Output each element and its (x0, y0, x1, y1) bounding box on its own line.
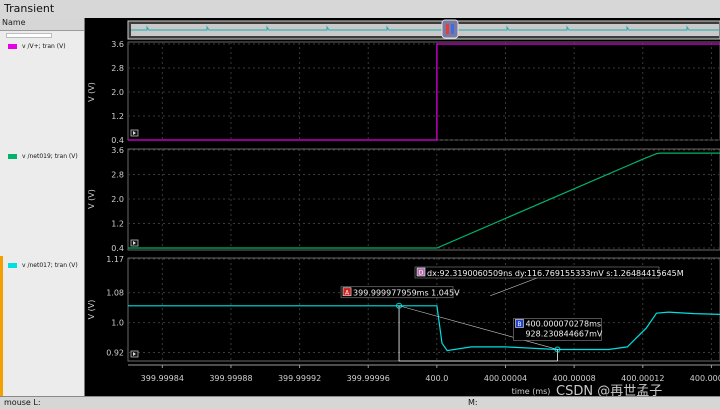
y-axis-label: V (V) (87, 189, 96, 209)
marker-delta-label: dx:92.3190060509ns dy:116.769155333mV s:… (427, 269, 684, 278)
marker-delta-badge-letter: D (419, 270, 424, 277)
y-tick-label: 2.0 (111, 195, 124, 204)
signal-legend-panel: Name v /V+; tran (V) v /net019; tran (V)… (0, 18, 85, 396)
marker-b-label-line2: 928.230844667mV (525, 329, 602, 338)
x-tick-label: 399.99996 (347, 374, 390, 383)
legend-item-vplus[interactable]: v /V+; tran (V) (8, 43, 66, 50)
y-tick-label: 0.92 (106, 349, 124, 358)
x-tick-label: 400.00004 (484, 374, 527, 383)
y-tick-label: 2.8 (111, 171, 124, 180)
y-tick-label: 2.0 (111, 88, 124, 97)
legend-item-net019[interactable]: v /net019; tran (V) (8, 153, 78, 160)
marker-a-label: 399.999977959ms 1.045V (353, 288, 460, 297)
window-titlebar: Transient (0, 0, 720, 19)
x-tick-label: 399.99992 (278, 374, 321, 383)
y-axis-label: V (V) (87, 82, 96, 102)
x-tick-label: 399.99988 (209, 374, 252, 383)
y-tick-label: 3.6 (111, 146, 124, 155)
x-tick-label: 399.99984 (141, 374, 184, 383)
zoom-toolstrip[interactable] (127, 19, 720, 40)
legend-label-net019: v /net019; tran (V) (22, 153, 78, 160)
y-tick-label: 1.0 (111, 319, 124, 328)
legend-scrollbar[interactable] (6, 33, 52, 38)
x-tick-label: 400.00016 (690, 374, 720, 383)
legend-swatch-vplus (8, 44, 17, 49)
transient-plot: 3.6 2.8 2.0 1.2 0.4 V (V) 3.6 2.8 2.0 1.2 0.4 V (V)… (85, 18, 720, 396)
plot-background (85, 18, 720, 396)
y-tick-label: 0.4 (111, 136, 124, 145)
y-tick-label: 2.8 (111, 64, 124, 73)
zoom-handle-body[interactable] (441, 19, 459, 39)
legend-header: Name (0, 18, 84, 31)
status-mouse-mid: M: (468, 398, 478, 407)
x-tick-label: 400.0 (425, 374, 448, 383)
legend-swatch-net017 (8, 263, 17, 268)
marker-b-label-line1: 400.000070278ms (525, 319, 601, 328)
zoom-handle-grip-right (451, 24, 454, 34)
zoom-handle-grip-left (446, 24, 449, 34)
status-bar: mouse L: M: (0, 396, 720, 409)
status-mouse-left: mouse L: (4, 398, 41, 407)
y-axis-label: V (V) (87, 300, 96, 320)
y-tick-label: 1.2 (111, 220, 124, 229)
y-tick-label: 1.17 (106, 255, 124, 264)
marker-b-badge-letter: B (517, 321, 521, 328)
legend-label-vplus: v /V+; tran (V) (22, 43, 66, 50)
legend-selection-bar (0, 256, 3, 396)
window-title: Transient (4, 2, 55, 15)
legend-header-label: Name (2, 18, 26, 27)
y-tick-label: 0.4 (111, 244, 124, 253)
y-tick-label: 3.6 (111, 40, 124, 49)
legend-item-net017[interactable]: v /net017; tran (V) (8, 262, 78, 269)
legend-swatch-net019 (8, 154, 17, 159)
y-tick-label: 1.2 (111, 112, 124, 121)
x-axis-label: time (ms) (512, 387, 551, 396)
legend-label-net017: v /net017; tran (V) (22, 262, 78, 269)
zoom-handle[interactable] (441, 19, 459, 39)
y-tick-label: 1.08 (106, 289, 124, 298)
